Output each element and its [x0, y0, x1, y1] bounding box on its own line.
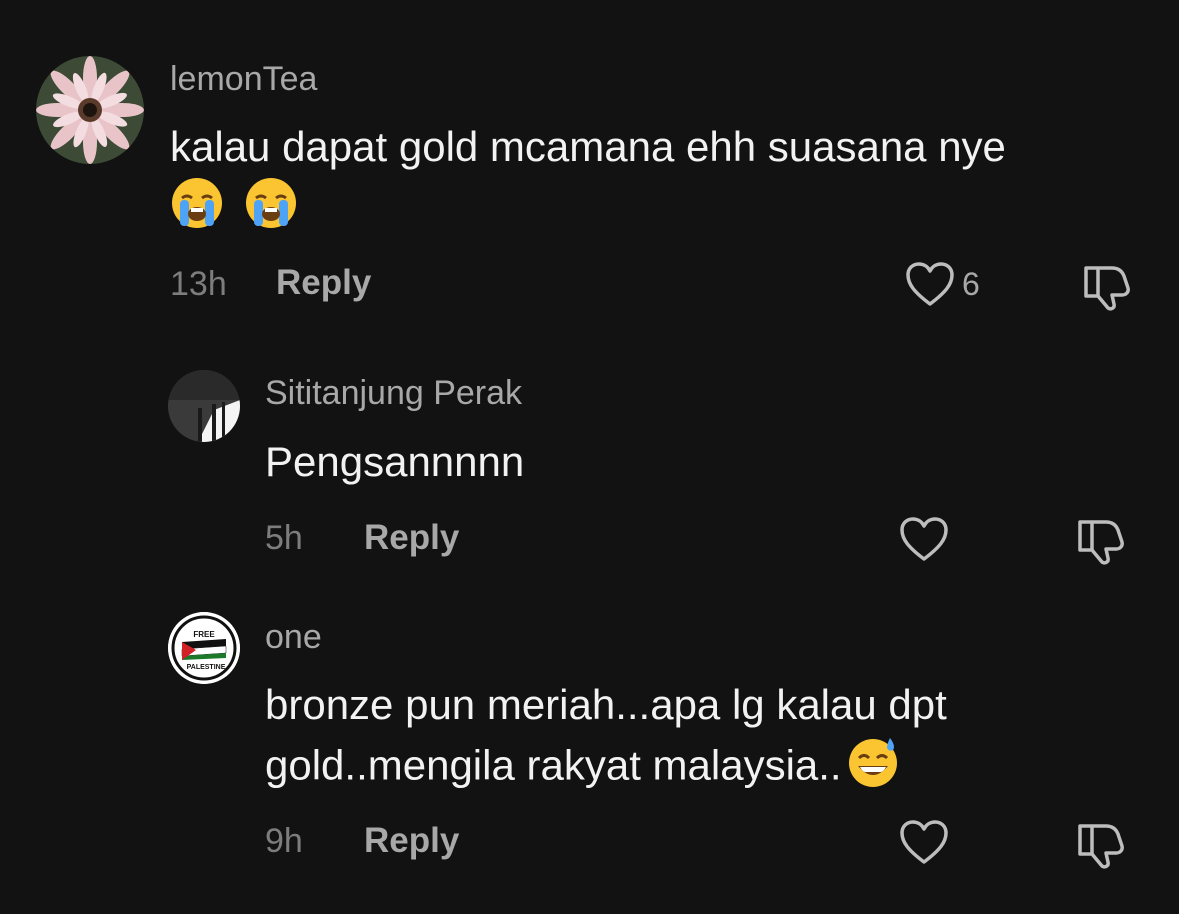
comment-timestamp: 5h	[265, 519, 303, 557]
dislike-button[interactable]	[1080, 262, 1132, 317]
reply-button[interactable]: Reply	[364, 821, 459, 861]
username[interactable]: Sititanjung Perak	[265, 374, 522, 413]
loudly-crying-face-icon	[170, 176, 224, 245]
palestine-flag-avatar-image: FREE PALESTINE	[168, 612, 240, 684]
thumbs-down-icon	[1078, 824, 1124, 869]
comment-text-line: kalau dapat gold mcamana ehh suasana nye	[170, 123, 1006, 170]
comment-text-line: bronze pun meriah...apa lg kalau dpt	[265, 681, 947, 728]
username[interactable]: lemonTea	[170, 60, 317, 99]
avatar[interactable]	[168, 370, 240, 442]
avatar-palestine-text: PALESTINE	[187, 664, 226, 671]
heart-icon	[900, 517, 948, 561]
reply-button[interactable]: Reply	[276, 263, 371, 303]
like-button[interactable]: 6	[904, 260, 980, 308]
dislike-button[interactable]	[1074, 516, 1126, 571]
dislike-button[interactable]	[1074, 820, 1126, 875]
like-button[interactable]	[898, 818, 950, 866]
loudly-crying-face-icon	[244, 176, 298, 245]
comment-timestamp: 13h	[170, 265, 227, 303]
thumbs-down-icon	[1084, 266, 1130, 311]
username[interactable]: one	[265, 618, 322, 657]
heart-icon	[900, 820, 948, 864]
like-count: 6	[962, 265, 980, 302]
reply-button[interactable]: Reply	[364, 518, 459, 558]
comment-text-line: gold..mengila rakyat malaysia..	[265, 741, 842, 789]
comment-text: kalau dapat gold mcamana ehh suasana nye	[170, 118, 1130, 245]
like-button[interactable]	[898, 515, 950, 563]
avatar[interactable]	[36, 56, 144, 164]
profile-photo-image	[168, 370, 240, 442]
comment-text: bronze pun meriah...apa lg kalau dpt gol…	[265, 676, 1145, 803]
flower-avatar-image	[36, 56, 144, 164]
comment-timestamp: 9h	[265, 822, 303, 860]
heart-icon	[906, 262, 954, 306]
comment-text: Pengsannnnn	[265, 438, 525, 485]
avatar-free-text: FREE	[193, 630, 215, 639]
grinning-face-with-sweat-icon	[846, 734, 900, 803]
thumbs-down-icon	[1078, 520, 1124, 565]
avatar[interactable]: FREE PALESTINE	[168, 612, 240, 684]
